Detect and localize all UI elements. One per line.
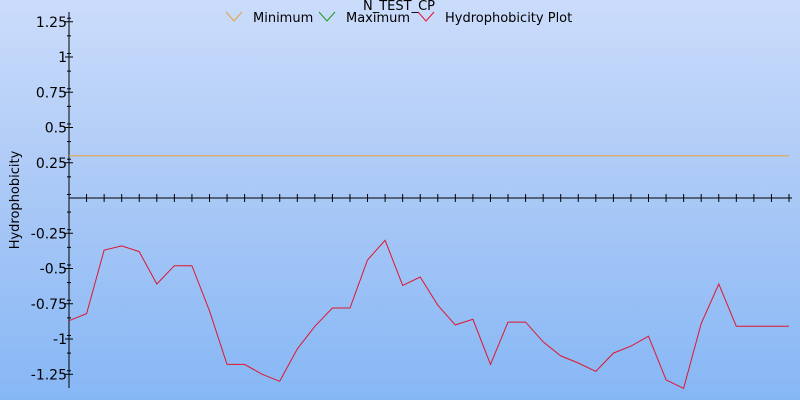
y-tick-label: 1 [58, 50, 67, 66]
legend-swatch [225, 11, 243, 22]
legend-swatch [318, 11, 336, 22]
axes: 1.25 1 0.75 0.5 0.25 -0.25 -0.5 -0.75 -1 -1.25 [31, 12, 792, 388]
y-tick-label: -0.25 [31, 226, 67, 242]
y-tick-label: -0.75 [31, 297, 67, 313]
y-tick-label: 0.25 [36, 156, 67, 172]
y-tick-label: 1.25 [36, 15, 67, 31]
legend-label: Hydrophobicity Plot [445, 11, 572, 26]
chart-title: N_TEST_CP [363, 0, 435, 14]
hydrophobicity-chart: 1.25 1 0.75 0.5 0.25 -0.25 -0.5 -0.75 -1 -1.25 Mi… [8, 0, 792, 390]
chart-canvas: 1.25 1 0.75 0.5 0.25 -0.25 -0.5 -0.75 -1 -1.25 Mi… [0, 0, 800, 400]
legend-label: Minimum [253, 11, 313, 26]
y-tick-label: 0.5 [45, 121, 67, 137]
y-tick-label: -1 [53, 332, 67, 348]
series-line-hydrophobicity-plot [68, 239, 789, 390]
series-lines [68, 155, 789, 390]
y-tick-label: 0.75 [36, 85, 67, 101]
y-tick-label: -0.5 [40, 262, 67, 278]
y-axis-title: Hydrophobicity [8, 150, 23, 249]
y-tick-label: -1.25 [31, 367, 67, 383]
